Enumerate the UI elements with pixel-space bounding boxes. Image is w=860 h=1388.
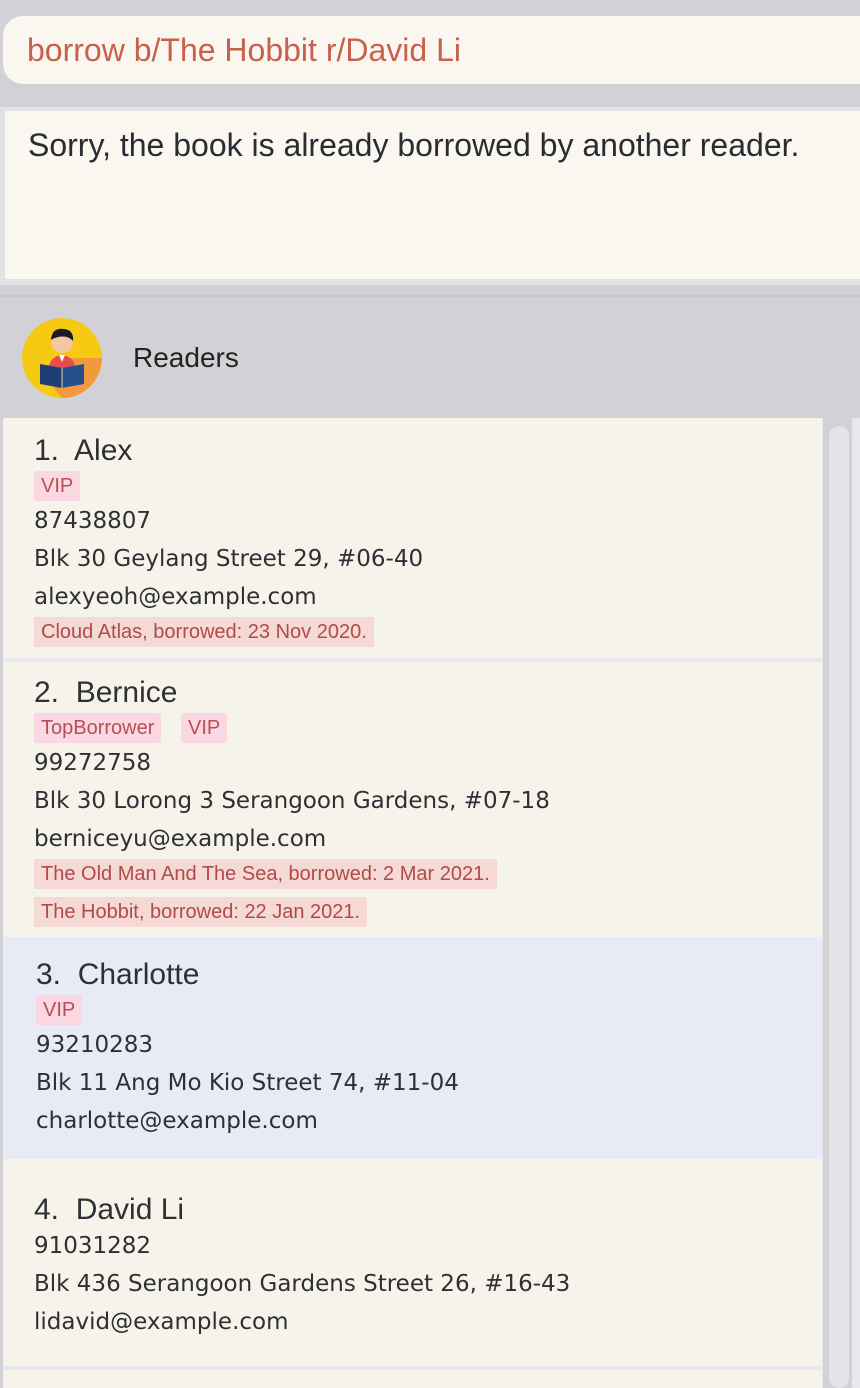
- reader-address: Blk 30 Geylang Street 29, #06-40: [34, 546, 424, 572]
- reader-phone: 91031282: [34, 1233, 152, 1259]
- reader-index: 4.: [34, 1193, 60, 1226]
- tag-badge: VIP: [36, 995, 83, 1025]
- divider: [0, 295, 860, 297]
- reader-card-partial[interactable]: [3, 1370, 822, 1388]
- reader-name: 2. Bernice: [34, 676, 177, 710]
- reader-card[interactable]: 2. Bernice TopBorrower VIP 99272758 Blk …: [3, 662, 822, 941]
- tag-badge: VIP: [181, 713, 228, 743]
- reader-name-text: Alex: [74, 434, 133, 467]
- result-box: Sorry, the book is already borrowed by a…: [5, 111, 860, 279]
- reader-name-text: Bernice: [75, 676, 178, 709]
- reader-address: Blk 11 Ang Mo Kio Street 74, #11-04: [36, 1070, 459, 1096]
- reader-email: charlotte@example.com: [36, 1108, 318, 1134]
- readers-header: Readers: [0, 300, 860, 418]
- reader-index: 1.: [34, 434, 60, 467]
- command-input[interactable]: [27, 30, 847, 70]
- reader-card-selected[interactable]: 3. Charlotte VIP 93210283 Blk 11 Ang Mo …: [3, 937, 822, 1159]
- reader-email: lidavid@example.com: [34, 1309, 289, 1335]
- reader-address: Blk 436 Serangoon Gardens Street 26, #16…: [34, 1271, 571, 1297]
- list-scrollbar[interactable]: [829, 426, 849, 1388]
- reader-name: 4. David Li: [34, 1193, 184, 1227]
- loan-badge: Cloud Atlas, borrowed: 23 Nov 2020.: [34, 617, 374, 647]
- reader-name-text: David Li: [75, 1193, 185, 1226]
- reader-name-text: Charlotte: [77, 958, 200, 991]
- reader-email: berniceyu@example.com: [34, 826, 327, 852]
- reader-name: 1. Alex: [34, 434, 132, 468]
- side-panel-edge: [852, 418, 860, 1388]
- reader-list: 1. Alex VIP 87438807 Blk 30 Geylang Stre…: [3, 418, 823, 1388]
- reader-card[interactable]: 1. Alex VIP 87438807 Blk 30 Geylang Stre…: [3, 418, 822, 662]
- result-display: Sorry, the book is already borrowed by a…: [0, 107, 860, 285]
- reader-index: 2.: [34, 676, 60, 709]
- result-message: Sorry, the book is already borrowed by a…: [28, 127, 800, 163]
- loan-badge: The Hobbit, borrowed: 22 Jan 2021.: [34, 897, 368, 927]
- tag-badge: TopBorrower: [34, 713, 162, 743]
- command-box[interactable]: [3, 16, 860, 84]
- reader-email: alexyeoh@example.com: [34, 584, 317, 610]
- reader-name: 3. Charlotte: [36, 958, 199, 992]
- tag-badge: VIP: [34, 471, 81, 501]
- reader-phone: 99272758: [34, 750, 152, 776]
- reader-index: 3.: [36, 958, 62, 991]
- reader-phone: 93210283: [36, 1032, 154, 1058]
- reader-phone: 87438807: [34, 508, 152, 534]
- reader-address: Blk 30 Lorong 3 Serangoon Gardens, #07-1…: [34, 788, 550, 814]
- reader-avatar-icon: [22, 318, 102, 398]
- reader-card[interactable]: 4. David Li 91031282 Blk 436 Serangoon G…: [3, 1159, 822, 1370]
- loan-badge: The Old Man And The Sea, borrowed: 2 Mar…: [34, 859, 497, 889]
- panel-title: Readers: [133, 342, 239, 373]
